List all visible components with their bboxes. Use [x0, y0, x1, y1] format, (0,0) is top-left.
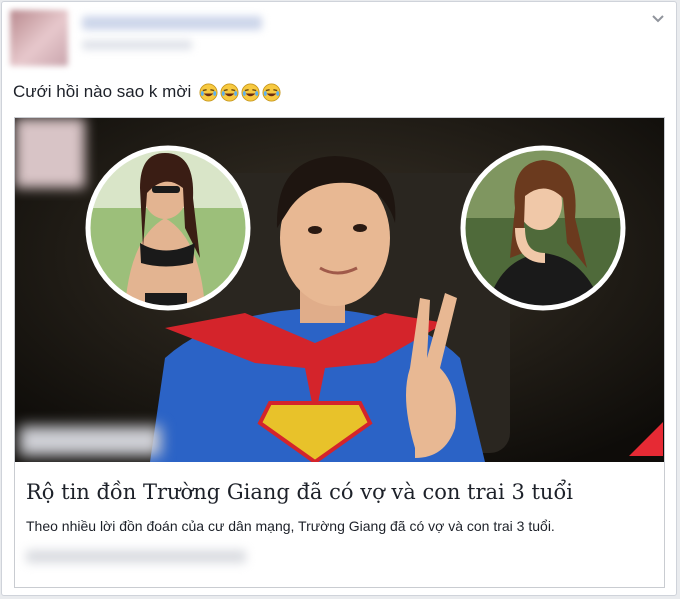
laughing-tears-emoji-icon	[220, 82, 239, 102]
laughing-tears-emoji-icon	[262, 82, 281, 102]
chevron-down-icon[interactable]	[648, 10, 668, 30]
link-source-redacted	[26, 550, 246, 563]
avatar[interactable]	[10, 10, 68, 66]
link-preview-image[interactable]	[15, 118, 664, 462]
status-text-row: Cưới hồi nào sao k mời	[13, 82, 281, 102]
link-description: Theo nhiều lời đồn đoán của cư dân mạng,…	[26, 518, 555, 534]
status-text: Cưới hồi nào sao k mời	[13, 82, 192, 101]
post-header	[2, 2, 676, 66]
image-watermark-redacted	[15, 118, 85, 188]
link-preview-card[interactable]: Rộ tin đồn Trường Giang đã có vợ và con …	[14, 117, 665, 588]
post-meta-redacted	[82, 40, 192, 50]
author-name-redacted[interactable]	[82, 16, 262, 30]
link-title[interactable]: Rộ tin đồn Trường Giang đã có vợ và con …	[26, 480, 573, 504]
facebook-post: Cưới hồi nào sao k mời Rộ tin đồn Trường…	[1, 1, 677, 596]
image-caption-redacted	[19, 426, 161, 456]
laughing-tears-emoji-icon	[241, 82, 260, 102]
laughing-tears-emoji-icon	[199, 82, 218, 102]
corner-badge	[629, 422, 663, 456]
